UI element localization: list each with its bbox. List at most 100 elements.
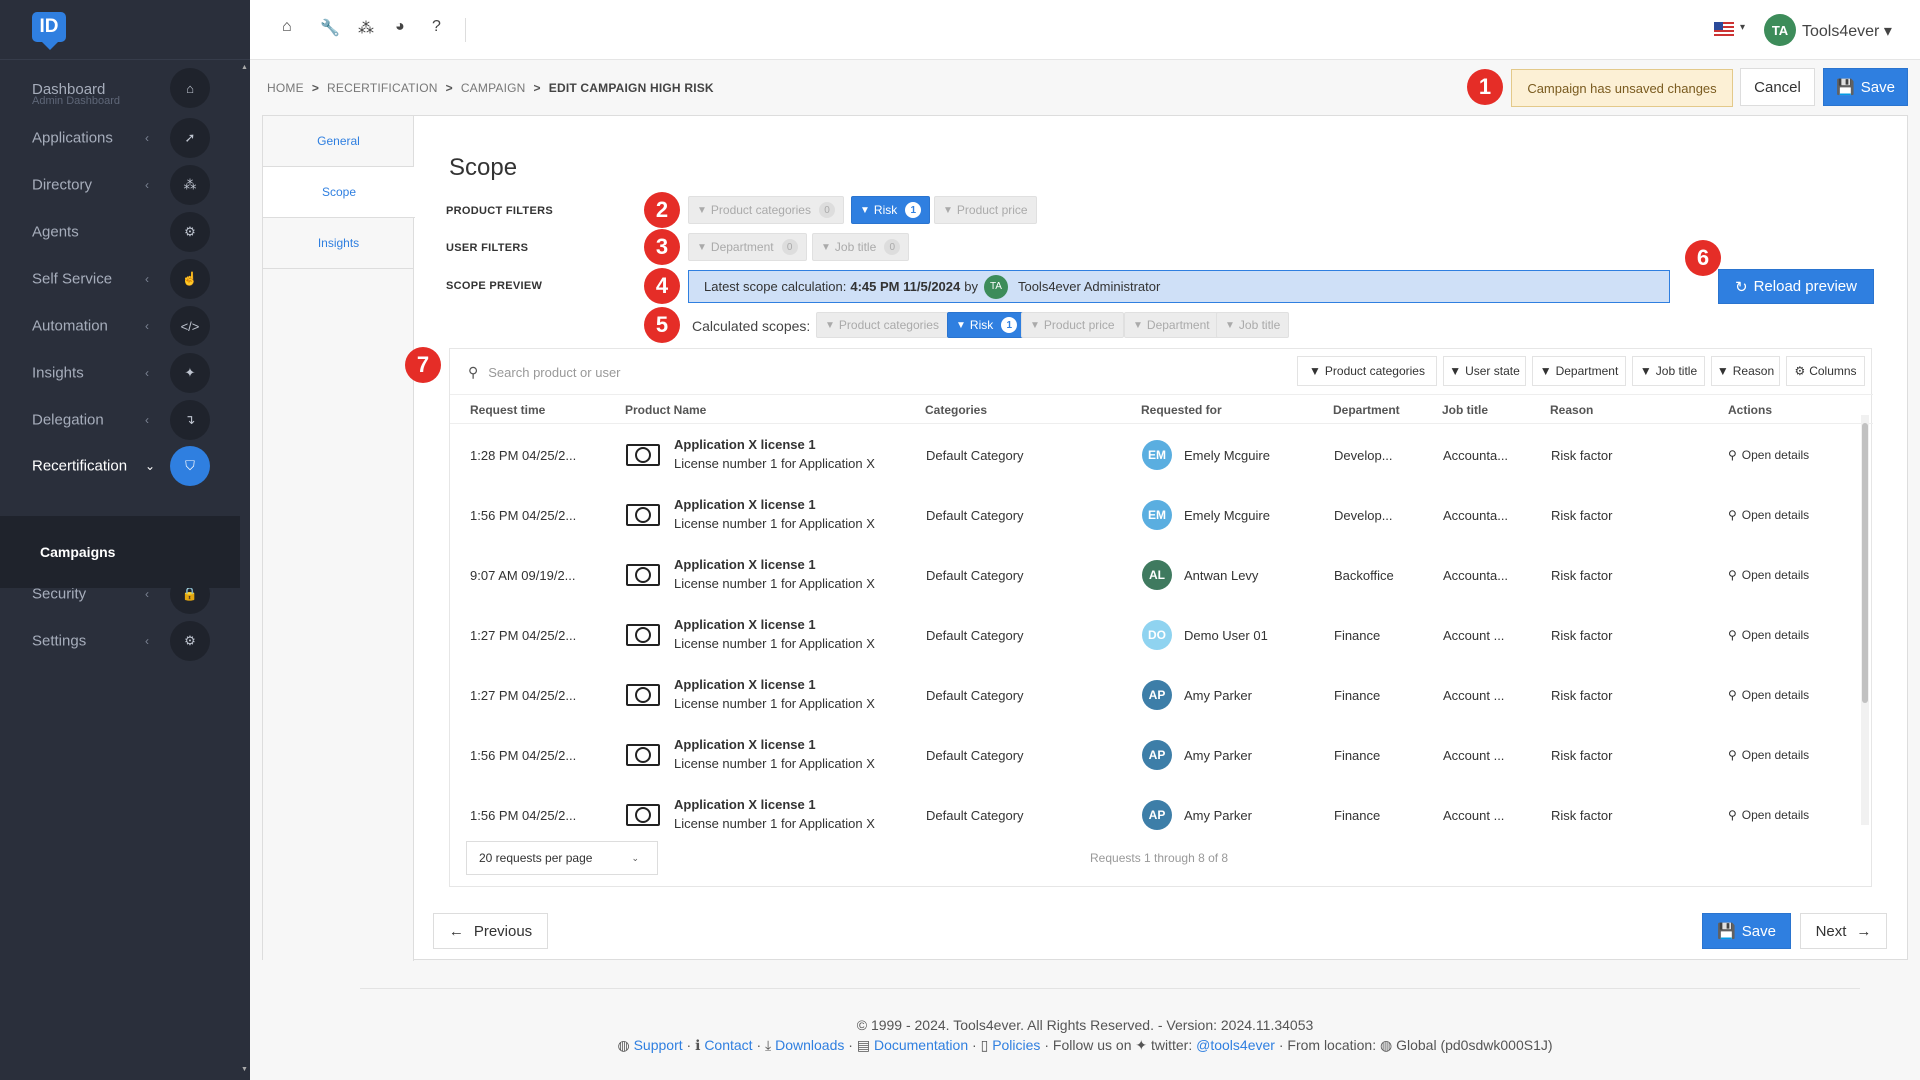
breadcrumb-recertification[interactable]: RECERTIFICATION [327,81,438,95]
cell-requested-for[interactable]: Amy Parker [1184,748,1252,763]
cell-requested-for[interactable]: Amy Parker [1184,688,1252,703]
us-flag-icon[interactable] [1714,22,1734,36]
sidebar-item-delegation[interactable]: Delegation ‹ ↴ [0,397,250,443]
calc-scope-department[interactable]: ▼ Department [1124,312,1219,338]
twitter-link[interactable]: @tools4ever [1196,1037,1275,1053]
cell-requested-for[interactable]: Emely Mcguire [1184,508,1270,523]
open-details-link[interactable]: ⚲ Open details [1728,568,1809,582]
col-job-title[interactable]: Job title [1442,403,1488,417]
cell-requested-for[interactable]: Emely Mcguire [1184,448,1270,463]
sitemap-icon[interactable]: ⁂ [358,18,374,38]
toolbar-columns[interactable]: ⚙ Columns [1786,356,1865,386]
col-requested-for[interactable]: Requested for [1141,403,1222,417]
previous-label: Previous [473,922,533,940]
open-details-link[interactable]: ⚲ Open details [1728,508,1809,522]
pie-chart-icon[interactable]: ◕ [395,18,405,36]
sidebar-scroll-down-icon[interactable]: ▼ [241,1066,248,1073]
breadcrumb: HOME > RECERTIFICATION > CAMPAIGN > EDIT CAMPA… [267,81,714,95]
user-avatar[interactable]: TA [1764,14,1796,46]
sidebar-item-label: Recertification [32,457,128,475]
sidebar-scroll-up-icon[interactable]: ▲ [241,64,248,71]
sidebar-item-agents[interactable]: Agents ⚙ [0,209,250,255]
wrench-icon[interactable]: 🔧 [320,18,340,38]
sidebar-item-recertification[interactable]: Recertification ⌄ ⛉ [0,443,250,489]
sidebar-item-settings[interactable]: Settings ‹ ⚙ [0,618,250,664]
cell-product-name: Application X license 1 [674,497,816,512]
per-page-select[interactable]: 20 requests per page ⌄ [466,841,658,875]
documentation-link[interactable]: Documentation [874,1037,968,1053]
app-logo[interactable]: ID [32,12,66,50]
sidebar-item-dashboard[interactable]: Dashboard Admin Dashboard ⌂ [0,65,250,111]
breadcrumb-campaign[interactable]: CAMPAIGN [461,81,526,95]
filter-risk[interactable]: ▼ Risk 1 [851,196,931,224]
user-menu[interactable]: Tools4ever ▾ [1802,21,1892,41]
toolbar-job-title[interactable]: ▼ Job title [1632,356,1705,386]
filter-department[interactable]: ▼ Department 0 [688,233,807,261]
table-row[interactable]: 1:27 PM 04/25/2... Application X license… [450,665,1860,725]
filter-job-title[interactable]: ▼ Job title 0 [812,233,910,261]
downloads-link[interactable]: Downloads [775,1037,844,1053]
col-department[interactable]: Department [1333,403,1400,417]
open-details-link[interactable]: ⚲ Open details [1728,808,1809,822]
sidebar-item-self-service[interactable]: Self Service ‹ ☝ [0,256,250,302]
open-details-link[interactable]: ⚲ Open details [1728,628,1809,642]
save-button-bottom[interactable]: 💾 Save [1702,913,1791,949]
reload-preview-button[interactable]: ↻ Reload preview [1718,269,1874,304]
cell-requested-for[interactable]: Demo User 01 [1184,628,1268,643]
cancel-button[interactable]: Cancel [1740,68,1815,106]
sidebar-item-directory[interactable]: Directory ‹ ⁂ [0,162,250,208]
support-link[interactable]: Support [634,1037,683,1053]
table-row[interactable]: 9:07 AM 09/19/2... Application X license… [450,545,1860,605]
sidebar-item-insights[interactable]: Insights ‹ ✦ [0,350,250,396]
tab-general[interactable]: General [263,116,414,167]
col-categories[interactable]: Categories [925,403,987,417]
breadcrumb-home[interactable]: HOME [267,81,304,95]
table-row[interactable]: 1:27 PM 04/25/2... Application X license… [450,605,1860,665]
col-reason[interactable]: Reason [1550,403,1593,417]
previous-button[interactable]: ← Previous [433,913,548,949]
search-input[interactable]: ⚲ Search product or user [464,357,1290,387]
col-request-time[interactable]: Request time [470,403,545,417]
open-details-label: Open details [1741,448,1810,462]
table-row[interactable]: 1:56 PM 04/25/2... Application X license… [450,725,1860,785]
help-icon[interactable]: ? [432,18,441,36]
filter-product-price[interactable]: ▼ Product price [934,196,1037,224]
filter-icon: ▼ [1225,319,1235,331]
calc-scope-risk[interactable]: ▼ Risk 1 [947,312,1027,338]
open-details-link[interactable]: ⚲ Open details [1728,448,1809,462]
open-details-link[interactable]: ⚲ Open details [1728,748,1809,762]
calc-scope-product-price[interactable]: ▼ Product price [1021,312,1124,338]
sidebar-item-automation[interactable]: Automation ‹ </> [0,303,250,349]
search-icon: ⚲ [1728,448,1737,462]
calc-scope-product-categories[interactable]: ▼ Product categories [816,312,948,338]
filter-product-categories[interactable]: ▼ Product categories 0 [688,196,844,224]
money-bill-icon [626,684,660,706]
cell-requested-for[interactable]: Amy Parker [1184,808,1252,823]
table-row[interactable]: 1:56 PM 04/25/2... Application X license… [450,485,1860,545]
open-details-link[interactable]: ⚲ Open details [1728,688,1809,702]
policies-link[interactable]: Policies [992,1037,1040,1053]
sidebar-subitem-campaigns[interactable]: Campaigns [40,544,115,560]
chip-label: Product price [1043,318,1115,332]
cell-requested-for[interactable]: Antwan Levy [1184,568,1258,583]
toolbar-user-state[interactable]: ▼ User state [1443,356,1526,386]
tab-insights[interactable]: Insights [263,218,414,269]
filter-icon: ▼ [1716,364,1729,378]
toolbar-department[interactable]: ▼ Department [1532,356,1626,386]
language-caret-icon[interactable]: ▾ [1740,22,1745,33]
toolbar-product-categories[interactable]: ▼ Product categories [1297,356,1437,386]
sidebar-item-applications[interactable]: Applications ‹ ➚ [0,115,250,161]
filter-icon: ▼ [1449,364,1462,378]
home-icon[interactable]: ⌂ [282,18,292,36]
col-product-name[interactable]: Product Name [625,403,706,417]
toolbar-reason[interactable]: ▼ Reason [1711,356,1780,386]
tab-scope[interactable]: Scope [263,167,415,218]
table-row[interactable]: 1:28 PM 04/25/2... Application X license… [450,425,1860,485]
next-button[interactable]: Next → [1800,913,1887,949]
calc-scope-job-title[interactable]: ▼ Job title [1216,312,1290,338]
contact-link[interactable]: Contact [704,1037,752,1053]
table-row[interactable]: 1:56 PM 04/25/2... Application X license… [450,785,1860,845]
save-button-top[interactable]: 💾 Save [1823,68,1908,106]
cell-reason: Risk factor [1551,448,1613,463]
table-scrollbar[interactable] [1861,415,1869,825]
